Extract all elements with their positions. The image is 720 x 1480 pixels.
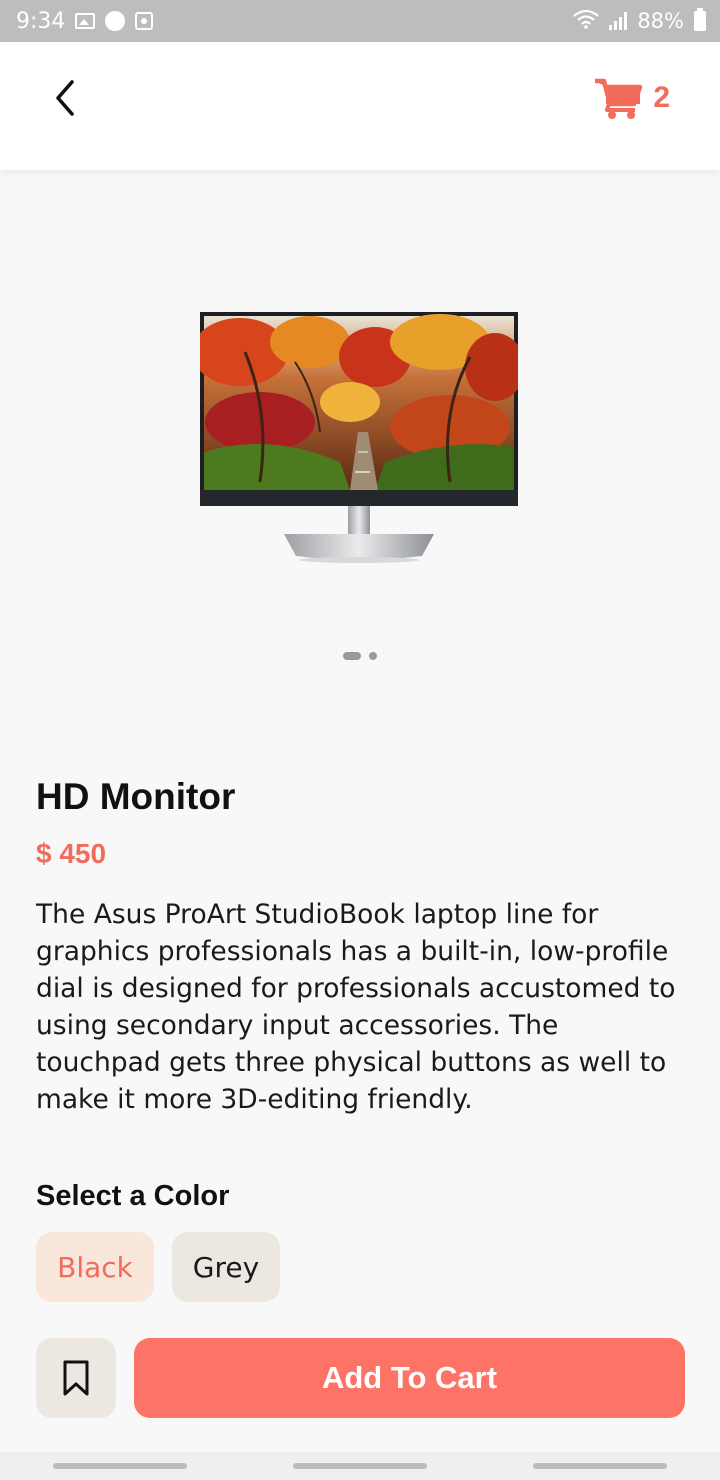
product-gallery[interactable] bbox=[0, 170, 720, 710]
screenshot-icon bbox=[135, 12, 154, 30]
bookmark-icon bbox=[63, 1360, 89, 1396]
pagination-dot[interactable] bbox=[369, 652, 377, 660]
color-options: Black Grey bbox=[36, 1232, 280, 1302]
signal-icon bbox=[609, 12, 628, 30]
wifi-icon bbox=[573, 9, 600, 33]
add-to-cart-button[interactable]: Add To Cart bbox=[134, 1338, 685, 1418]
product-description: The Asus ProArt StudioBook laptop line f… bbox=[36, 899, 676, 1115]
status-left: 9:34 bbox=[16, 8, 154, 34]
cart-button[interactable]: 2 bbox=[593, 76, 670, 120]
color-option-black[interactable]: Black bbox=[36, 1232, 154, 1302]
chevron-left-icon bbox=[56, 80, 74, 116]
product-name: HD Monitor bbox=[36, 776, 236, 817]
battery-percent: 88% bbox=[637, 9, 684, 33]
monitor-image bbox=[200, 312, 518, 563]
nav-recents-button[interactable] bbox=[53, 1463, 187, 1469]
gallery-icon bbox=[75, 13, 96, 29]
nav-home-button[interactable] bbox=[293, 1463, 427, 1469]
bookmark-button[interactable] bbox=[36, 1338, 116, 1418]
nav-back-button[interactable] bbox=[533, 1463, 667, 1469]
pagination-dot-active[interactable] bbox=[343, 652, 361, 660]
battery-icon bbox=[694, 8, 706, 31]
app-header: 2 bbox=[0, 42, 720, 170]
cart-count-badge: 2 bbox=[653, 81, 670, 114]
system-nav-bar bbox=[0, 1452, 720, 1480]
gallery-pagination bbox=[0, 652, 720, 660]
color-select-heading: Select a Color bbox=[36, 1180, 230, 1212]
color-option-grey[interactable]: Grey bbox=[172, 1232, 280, 1302]
product-price: $ 450 bbox=[36, 838, 107, 869]
status-right: 88% bbox=[573, 8, 706, 33]
notification-icon bbox=[105, 11, 126, 31]
back-button[interactable] bbox=[44, 78, 84, 118]
shopping-cart-icon bbox=[595, 78, 643, 119]
status-time: 9:34 bbox=[16, 8, 66, 34]
status-bar: 9:34 88% bbox=[0, 0, 720, 42]
